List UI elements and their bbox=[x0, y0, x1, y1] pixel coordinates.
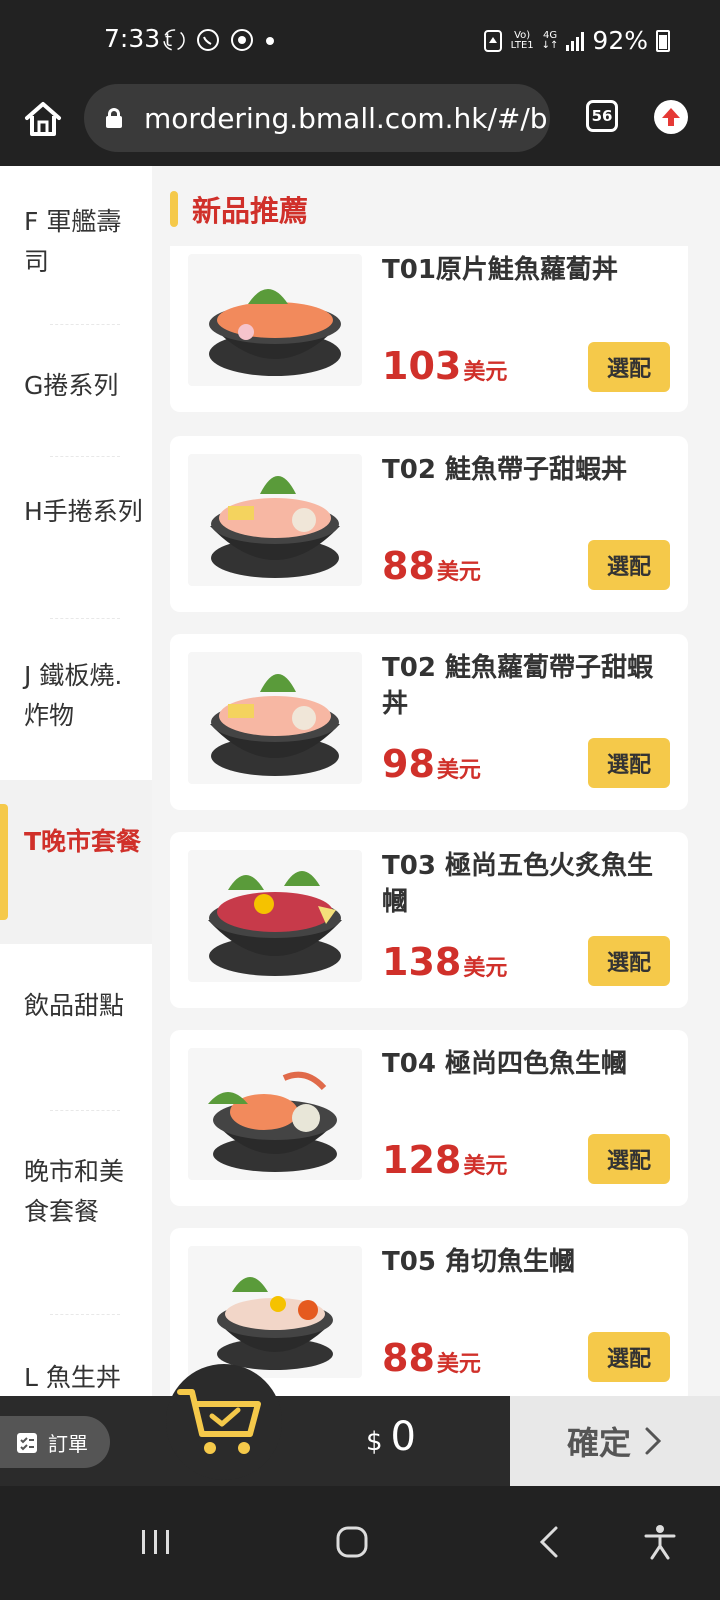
order-list-button[interactable]: 訂單 bbox=[0, 1416, 110, 1468]
update-button[interactable] bbox=[654, 100, 688, 134]
order-total: $ 0 bbox=[366, 1414, 416, 1460]
product-image bbox=[188, 1048, 362, 1180]
sidebar-item-t[interactable]: T晚市套餐 bbox=[0, 780, 152, 944]
product-image bbox=[188, 454, 362, 586]
product-name: T05 角切魚生幗 bbox=[382, 1247, 575, 1277]
product-card[interactable]: T02 鮭魚帶子甜蝦丼 88 美元 選配 bbox=[170, 436, 688, 612]
sidebar-item-dinner-set[interactable]: 晚市和美食套餐 bbox=[0, 1152, 152, 1232]
tdc-icon: t bbox=[163, 29, 185, 51]
accessibility-icon[interactable] bbox=[630, 1512, 690, 1572]
choose-button[interactable]: 選配 bbox=[588, 936, 670, 986]
status-right: Vo) LTE1 4G ↓↑ 92% bbox=[483, 26, 670, 55]
section-header: 新品推薦 bbox=[170, 188, 308, 230]
cart-button[interactable] bbox=[166, 1364, 282, 1480]
choose-button[interactable]: 選配 bbox=[588, 738, 670, 788]
section-title: 新品推薦 bbox=[192, 194, 309, 228]
order-bar: 訂單 $ 0 確定 bbox=[0, 1364, 720, 1486]
menu-content: F 軍艦壽司 G捲系列 H手捲系列 J 鐵板燒.炸物 T晚市套餐 飲品甜點 晚市… bbox=[0, 166, 720, 1396]
product-card[interactable]: T03 極尚五色火炙魚生幗 138 美元 選配 bbox=[170, 832, 688, 1008]
sidebar-item-l[interactable]: L 魚生丼 bbox=[0, 1358, 152, 1396]
confirm-button[interactable]: 確定 bbox=[510, 1396, 720, 1486]
total-amount: 0 bbox=[390, 1414, 416, 1460]
recent-apps-icon[interactable] bbox=[126, 1512, 186, 1572]
sidebar-item-g[interactable]: G捲系列 bbox=[0, 366, 152, 406]
product-price: 128 美元 bbox=[382, 1138, 508, 1182]
home-nav-icon[interactable] bbox=[322, 1512, 382, 1572]
section-accent bbox=[170, 191, 178, 227]
product-image bbox=[188, 1246, 362, 1378]
data-indicator: 4G ↓↑ bbox=[541, 29, 559, 51]
tab-switcher-button[interactable]: 56 bbox=[586, 100, 618, 132]
arrow-up-icon bbox=[662, 108, 680, 126]
notification-icons: t bbox=[162, 28, 276, 52]
confirm-label: 確定 bbox=[566, 1424, 631, 1462]
product-price: 88 美元 bbox=[382, 1336, 481, 1380]
whatsapp-icon bbox=[197, 29, 219, 51]
sidebar-item-f[interactable]: F 軍艦壽司 bbox=[0, 202, 152, 282]
product-card[interactable]: T04 極尚四色魚生幗 128 美元 選配 bbox=[170, 1030, 688, 1206]
product-name: T02 鮭魚蘿蔔帶子甜蝦丼 bbox=[382, 653, 653, 719]
product-price: 98 美元 bbox=[382, 742, 481, 786]
browser-toolbar: mordering.bmall.com.hk/#/b 56 bbox=[0, 84, 720, 166]
category-sidebar: F 軍艦壽司 G捲系列 H手捲系列 J 鐵板燒.炸物 T晚市套餐 飲品甜點 晚市… bbox=[0, 166, 152, 1396]
product-card[interactable]: T02 鮭魚蘿蔔帶子甜蝦丼 98 美元 選配 bbox=[170, 634, 688, 810]
sidebar-item-drinks[interactable]: 飲品甜點 bbox=[0, 986, 152, 1026]
sidebar-item-h[interactable]: H手捲系列 bbox=[0, 492, 152, 532]
choose-button[interactable]: 選配 bbox=[588, 1332, 670, 1382]
system-nav-bar bbox=[0, 1486, 720, 1600]
product-list: 新品推薦 T01原片鮭魚蘿蔔丼 103 美元 選配 T02 鮭魚帶子甜蝦丼 88 美… bbox=[152, 166, 720, 1396]
address-bar[interactable]: mordering.bmall.com.hk/#/b bbox=[84, 84, 550, 152]
signal-icon bbox=[566, 31, 585, 51]
clipboard-icon bbox=[17, 1433, 37, 1453]
chrome-icon bbox=[231, 29, 253, 51]
lock-icon bbox=[106, 108, 122, 128]
product-card[interactable]: T01原片鮭魚蘿蔔丼 103 美元 選配 bbox=[170, 246, 688, 412]
battery-icon bbox=[656, 29, 670, 52]
status-bar: 7:33 t Vo) LTE1 4G ↓↑ 92% bbox=[0, 0, 720, 84]
product-image bbox=[188, 254, 362, 386]
product-price: 103 美元 bbox=[382, 344, 508, 388]
choose-button[interactable]: 選配 bbox=[588, 1134, 670, 1184]
sidebar-item-j[interactable]: J 鐵板燒.炸物 bbox=[0, 656, 152, 736]
product-name: T02 鮭魚帶子甜蝦丼 bbox=[382, 455, 627, 485]
product-image bbox=[188, 850, 362, 982]
choose-button[interactable]: 選配 bbox=[588, 540, 670, 590]
dot-icon bbox=[266, 37, 274, 45]
order-label: 訂單 bbox=[48, 1431, 88, 1456]
volte-indicator: Vo) LTE1 bbox=[510, 29, 534, 51]
battery-percent: 92% bbox=[592, 26, 648, 55]
home-icon[interactable] bbox=[22, 98, 64, 140]
cart-icon bbox=[177, 1389, 261, 1454]
product-price: 138 美元 bbox=[382, 940, 508, 984]
product-name: T01原片鮭魚蘿蔔丼 bbox=[382, 255, 618, 285]
back-icon[interactable] bbox=[520, 1512, 580, 1572]
recycle-icon bbox=[483, 29, 502, 52]
currency-symbol: $ bbox=[366, 1427, 383, 1457]
product-image bbox=[188, 652, 362, 784]
product-name: T03 極尚五色火炙魚生幗 bbox=[382, 851, 653, 917]
product-price: 88 美元 bbox=[382, 544, 481, 588]
chevron-right-icon bbox=[645, 1427, 662, 1455]
choose-button[interactable]: 選配 bbox=[588, 342, 670, 392]
product-name: T04 極尚四色魚生幗 bbox=[382, 1049, 627, 1079]
status-time: 7:33 bbox=[104, 24, 161, 53]
url-text: mordering.bmall.com.hk/#/b bbox=[144, 101, 548, 135]
